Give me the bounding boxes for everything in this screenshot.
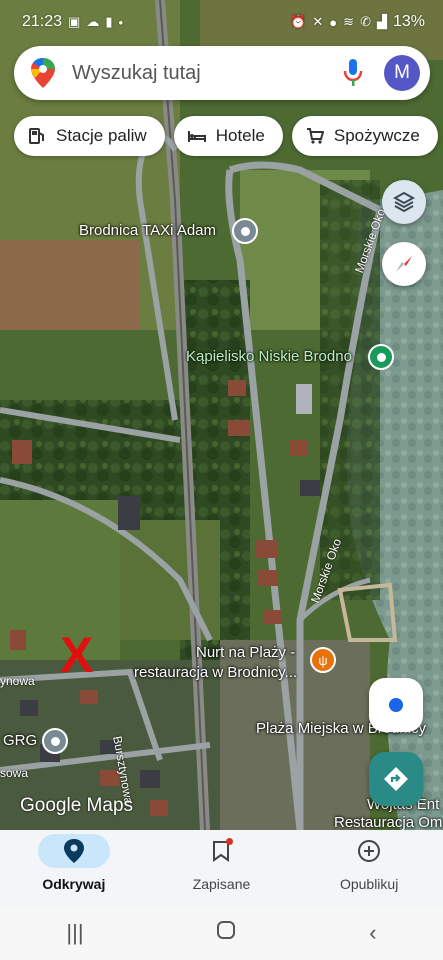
directions-button[interactable]: [369, 752, 423, 806]
mute-icon: ✕: [312, 14, 324, 29]
nav-label: Odkrywaj: [42, 876, 106, 892]
taxi-pin-icon[interactable]: [232, 218, 258, 244]
microphone-icon[interactable]: [342, 58, 364, 88]
nav-saved[interactable]: Zapisane: [156, 834, 286, 892]
nav-saved-icon-wrap: [185, 834, 257, 868]
place-label-restaurant-line1[interactable]: Nurt na Plaży -: [196, 644, 295, 661]
search-input[interactable]: [72, 61, 342, 85]
chip-gas-stations[interactable]: Stacje paliw: [14, 116, 165, 156]
road-label-sowa: sowa: [0, 766, 29, 780]
nav-label: Opublikuj: [339, 876, 399, 892]
my-location-button[interactable]: [369, 678, 423, 732]
chip-label: Hotele: [215, 126, 265, 145]
my-location-icon: [389, 698, 403, 712]
layers-icon: [393, 191, 415, 213]
dot-icon: •: [118, 14, 124, 30]
layers-button[interactable]: [382, 180, 426, 224]
beach-pin-icon[interactable]: [368, 344, 394, 370]
category-chips: Stacje paliw Hotele Spożywcze: [14, 116, 443, 156]
grg-pin-icon[interactable]: [42, 728, 68, 754]
call-icon: ✆: [360, 14, 371, 29]
nav-explore[interactable]: Odkrywaj: [9, 834, 139, 892]
chip-label: Stacje paliw: [56, 126, 147, 145]
explore-pin-icon: [63, 839, 84, 863]
bottom-navigation: Odkrywaj Zapisane Opublikuj: [0, 830, 443, 906]
cart-icon: [306, 128, 324, 144]
image-icon: ▣: [68, 14, 81, 29]
location-icon: ●: [329, 14, 338, 30]
status-time: 21:23: [22, 13, 63, 30]
google-maps-pin-icon: [31, 58, 55, 88]
system-navigation-bar: ||| ‹: [0, 906, 443, 960]
nav-label: Zapisane: [192, 876, 251, 892]
search-bar[interactable]: M: [14, 46, 430, 100]
place-label-restaurant-line2[interactable]: restauracja w Brodnicy...: [134, 664, 297, 681]
place-label-taxi[interactable]: Brodnica TAXi Adam: [79, 222, 216, 239]
signal-icon: ▟: [376, 14, 387, 29]
place-label-beach-niskie[interactable]: Kąpielisko Niskie Brodno: [186, 348, 352, 365]
nav-contribute[interactable]: Opublikuj: [304, 834, 434, 892]
bed-icon: [187, 131, 206, 142]
restaurant-pin-icon[interactable]: ψ: [310, 647, 336, 673]
nav-explore-icon-wrap: [37, 834, 110, 868]
save-icon: ▮: [105, 14, 113, 29]
wifi-icon: ≋: [343, 14, 355, 29]
avatar[interactable]: M: [384, 55, 420, 91]
alarm-icon: ⏰: [290, 14, 307, 29]
place-label-restauracja[interactable]: Restauracja Om: [334, 814, 442, 831]
cloud-icon: ☁: [86, 14, 100, 29]
compass-button[interactable]: [382, 242, 426, 286]
nav-contribute-icon-wrap: [333, 834, 405, 868]
notification-dot: [226, 838, 234, 845]
road-label-ynowa: ynowa: [0, 674, 35, 688]
home-icon[interactable]: [216, 920, 236, 946]
recent-apps-icon[interactable]: |||: [66, 920, 83, 946]
chip-label: Spożywcze: [333, 126, 420, 145]
directions-icon: [384, 767, 408, 791]
compass-icon: [396, 256, 412, 272]
place-label-grg[interactable]: GRG: [3, 732, 37, 749]
battery-percent: 13%: [392, 13, 425, 30]
google-maps-logo: Google Maps: [20, 795, 134, 816]
add-circle-icon: [358, 840, 381, 862]
chip-hotels[interactable]: Hotele: [173, 116, 283, 156]
back-icon[interactable]: ‹: [369, 920, 376, 946]
chip-groceries[interactable]: Spożywcze: [291, 116, 438, 156]
status-bar: 21:23 ▣ ☁ ▮ • ⏰ ✕ ● ≋ ✆ ▟ 13%: [0, 0, 443, 44]
fork-knife-icon: ψ: [318, 652, 328, 668]
gas-station-icon: [29, 128, 44, 144]
red-x-marker: X: [60, 627, 94, 683]
